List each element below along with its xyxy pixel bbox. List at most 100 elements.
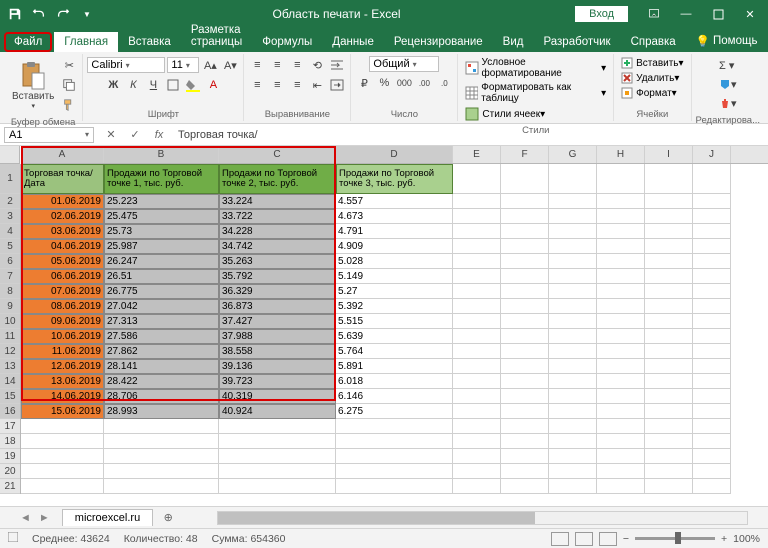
- row-header[interactable]: 1: [0, 164, 20, 194]
- cell[interactable]: [501, 194, 549, 209]
- cell[interactable]: [453, 389, 501, 404]
- select-all-corner[interactable]: [0, 146, 20, 164]
- cell[interactable]: [645, 299, 693, 314]
- cell[interactable]: [597, 224, 645, 239]
- cell[interactable]: [645, 269, 693, 284]
- cell[interactable]: [21, 464, 104, 479]
- cell[interactable]: [645, 224, 693, 239]
- cell[interactable]: [645, 404, 693, 419]
- cell[interactable]: [549, 224, 597, 239]
- cell[interactable]: 34.228: [219, 224, 336, 239]
- font-color-icon[interactable]: A: [204, 76, 222, 94]
- cell[interactable]: [645, 434, 693, 449]
- cell[interactable]: 27.586: [104, 329, 219, 344]
- confirm-fx-icon[interactable]: ✓: [126, 126, 144, 144]
- cell[interactable]: [549, 299, 597, 314]
- cell[interactable]: [597, 419, 645, 434]
- cell[interactable]: [104, 419, 219, 434]
- row-header[interactable]: 9: [0, 299, 20, 314]
- cell[interactable]: [693, 314, 731, 329]
- cell[interactable]: [453, 254, 501, 269]
- cell[interactable]: [597, 479, 645, 494]
- column-header[interactable]: B: [104, 146, 219, 163]
- conditional-format-button[interactable]: Условное форматирование ▾: [462, 56, 609, 80]
- zoom-out-icon[interactable]: −: [623, 533, 629, 545]
- fill-color-icon[interactable]: [184, 76, 202, 94]
- currency-icon[interactable]: ₽: [355, 74, 373, 92]
- fx-icon[interactable]: fx: [150, 126, 168, 144]
- cell[interactable]: [645, 359, 693, 374]
- cell[interactable]: [501, 419, 549, 434]
- column-header[interactable]: J: [693, 146, 731, 163]
- cut-icon[interactable]: ✂: [60, 56, 78, 74]
- cell[interactable]: 4.909: [336, 239, 453, 254]
- column-header[interactable]: D: [336, 146, 453, 163]
- cell[interactable]: [549, 344, 597, 359]
- cell[interactable]: [501, 239, 549, 254]
- format-painter-icon[interactable]: [60, 96, 78, 114]
- cell[interactable]: 07.06.2019: [21, 284, 104, 299]
- cell[interactable]: [21, 434, 104, 449]
- align-bottom-icon[interactable]: ≡: [288, 56, 306, 74]
- row-header[interactable]: 4: [0, 224, 20, 239]
- column-header[interactable]: A: [21, 146, 104, 163]
- cell[interactable]: [597, 314, 645, 329]
- cell[interactable]: [645, 239, 693, 254]
- cell[interactable]: 06.06.2019: [21, 269, 104, 284]
- cell[interactable]: [549, 464, 597, 479]
- cell[interactable]: [501, 164, 549, 194]
- column-header[interactable]: F: [501, 146, 549, 163]
- sheet-nav-next-icon[interactable]: ►: [39, 512, 50, 524]
- row-header[interactable]: 15: [0, 389, 20, 404]
- row-header[interactable]: 11: [0, 329, 20, 344]
- cell[interactable]: [597, 299, 645, 314]
- cell[interactable]: [219, 419, 336, 434]
- increase-font-icon[interactable]: A▴: [201, 56, 219, 74]
- cell[interactable]: 26.247: [104, 254, 219, 269]
- cell[interactable]: 25.987: [104, 239, 219, 254]
- cell[interactable]: 25.223: [104, 194, 219, 209]
- cell[interactable]: Торговая точка/Дата: [21, 164, 104, 194]
- cell[interactable]: [645, 284, 693, 299]
- cell[interactable]: [453, 464, 501, 479]
- tab-help2[interactable]: 💡Помощь: [686, 30, 768, 52]
- cell[interactable]: [549, 239, 597, 254]
- redo-icon[interactable]: [52, 3, 74, 25]
- spreadsheet-grid[interactable]: 123456789101112131415161718192021 ABCDEF…: [0, 146, 768, 506]
- row-header[interactable]: 6: [0, 254, 20, 269]
- cell[interactable]: [501, 314, 549, 329]
- cell[interactable]: [693, 404, 731, 419]
- italic-icon[interactable]: К: [124, 76, 142, 94]
- cell[interactable]: [501, 344, 549, 359]
- cell[interactable]: 27.313: [104, 314, 219, 329]
- cell[interactable]: [597, 449, 645, 464]
- cell[interactable]: [453, 434, 501, 449]
- tab-home[interactable]: Главная: [54, 32, 118, 52]
- row-header[interactable]: 3: [0, 209, 20, 224]
- tab-developer[interactable]: Разработчик: [533, 32, 620, 52]
- cell[interactable]: 10.06.2019: [21, 329, 104, 344]
- cell[interactable]: [597, 164, 645, 194]
- cell[interactable]: 28.993: [104, 404, 219, 419]
- cell[interactable]: [597, 404, 645, 419]
- comma-icon[interactable]: 000: [395, 74, 413, 92]
- row-header[interactable]: 5: [0, 239, 20, 254]
- row-header[interactable]: 17: [0, 419, 20, 434]
- row-header[interactable]: 12: [0, 344, 20, 359]
- cell[interactable]: 5.639: [336, 329, 453, 344]
- font-name-combo[interactable]: Calibri▾: [87, 57, 165, 73]
- cell[interactable]: [501, 269, 549, 284]
- cell[interactable]: [219, 449, 336, 464]
- cell[interactable]: [597, 284, 645, 299]
- cell[interactable]: [219, 434, 336, 449]
- fill-icon[interactable]: ▾: [719, 75, 737, 93]
- cell[interactable]: 28.706: [104, 389, 219, 404]
- row-header[interactable]: 18: [0, 434, 20, 449]
- align-middle-icon[interactable]: ≡: [268, 56, 286, 74]
- row-header[interactable]: 8: [0, 284, 20, 299]
- cell[interactable]: 12.06.2019: [21, 359, 104, 374]
- cell[interactable]: [501, 389, 549, 404]
- cell[interactable]: 25.475: [104, 209, 219, 224]
- cell[interactable]: [597, 254, 645, 269]
- cell[interactable]: 26.51: [104, 269, 219, 284]
